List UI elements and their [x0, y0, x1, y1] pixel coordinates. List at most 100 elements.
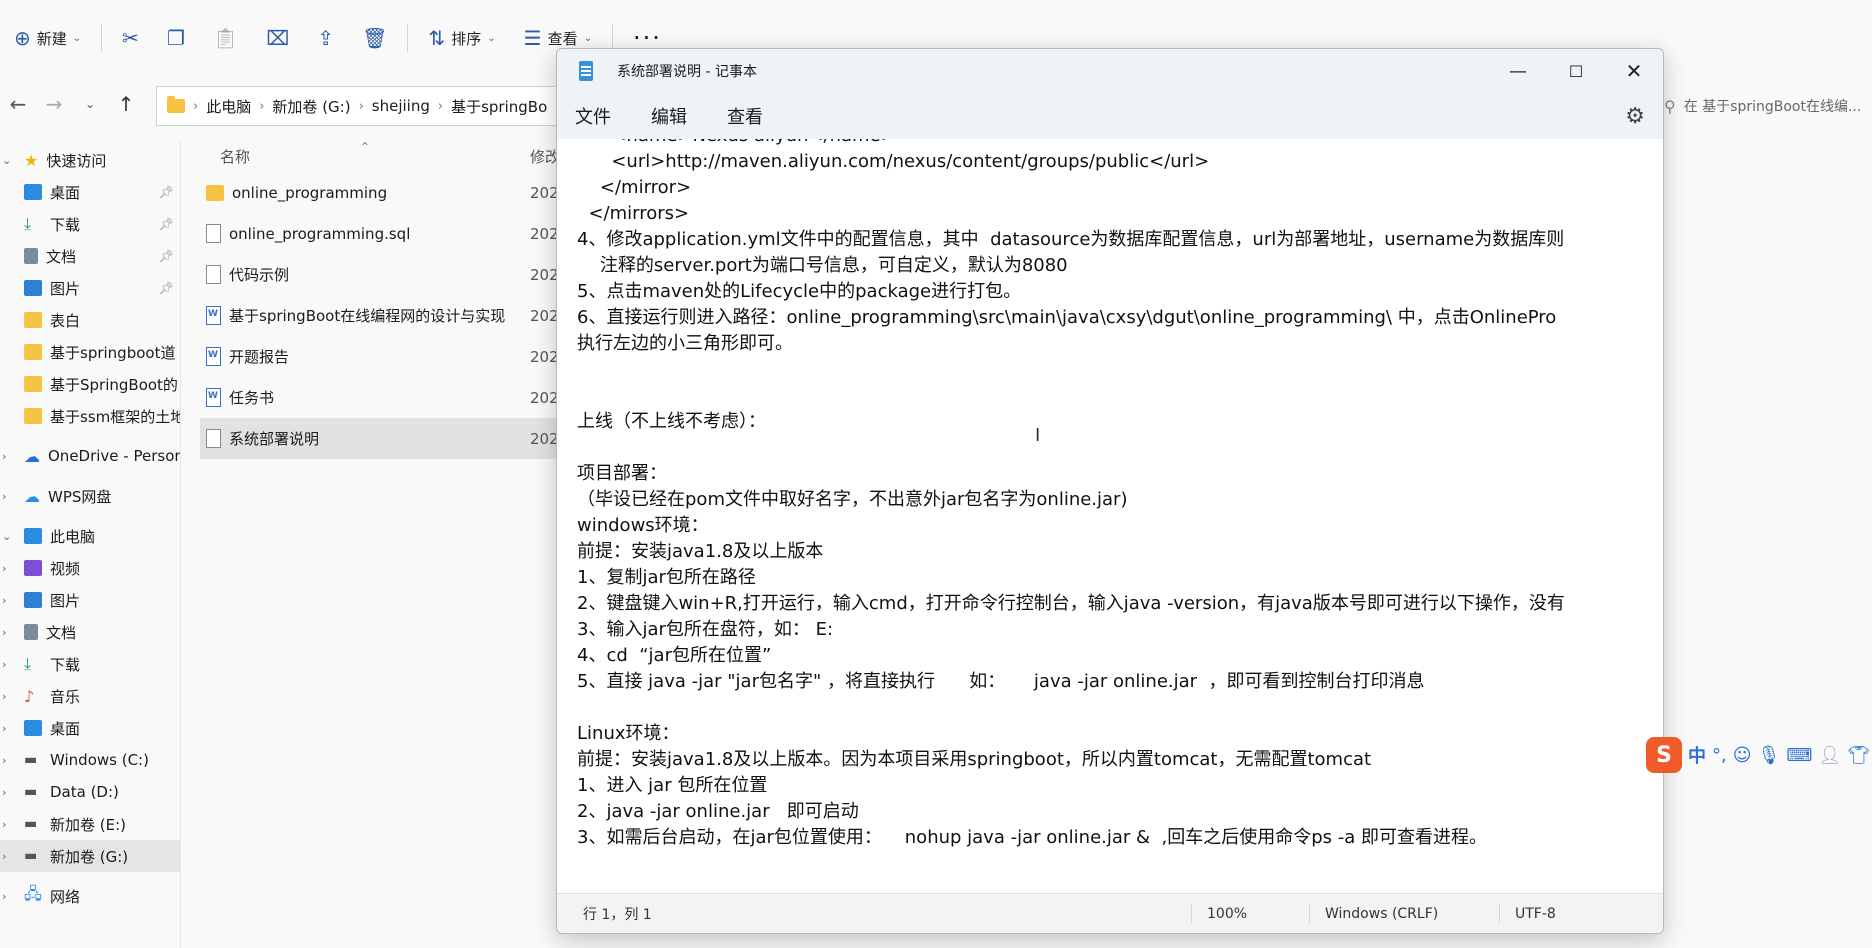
breadcrumb-this-pc[interactable]: 此电脑 [206, 96, 251, 117]
file-row[interactable]: 开题报告 202 [200, 336, 560, 377]
word-document-icon [206, 306, 221, 325]
status-divider [1309, 904, 1310, 924]
minimize-button[interactable]: — [1489, 49, 1547, 93]
sort-icon: ⇅ [428, 26, 446, 50]
text-editor-area[interactable]: <name>Nexus aliyun</name> <url>http://ma… [557, 139, 1663, 893]
paste-button[interactable]: 📋︎ [199, 18, 252, 58]
close-button[interactable]: ✕ [1605, 49, 1663, 93]
sidebar-item-desktop[interactable]: 桌面 📌︎ [0, 176, 180, 208]
user-icon[interactable]: 👤︎ [1818, 745, 1841, 766]
sidebar-item-music[interactable]: › ♪ 音乐 [0, 680, 180, 712]
sidebar-item-drive-g[interactable]: › ▬ 新加卷 (G:) [0, 840, 180, 872]
sidebar-item-pc-downloads[interactable]: › ⤓ 下载 [0, 648, 180, 680]
sidebar-item-pc-desktop[interactable]: › 桌面 [0, 712, 180, 744]
document-text: <name>Nexus aliyun</name> <url>http://ma… [577, 139, 1565, 848]
keyboard-icon[interactable]: ⌨ [1786, 745, 1812, 766]
word-document-icon [206, 347, 221, 366]
back-arrow-icon[interactable]: ← [0, 92, 36, 116]
sidebar-item-drive-e[interactable]: › ▬ 新加卷 (E:) [0, 808, 180, 840]
cloud-icon: ☁ [24, 486, 40, 506]
microphone-icon[interactable]: 🎙︎ [1758, 745, 1781, 766]
sidebar-item-folder-biaobai[interactable]: 表白 [0, 304, 180, 336]
sidebar-divider [180, 140, 181, 948]
copy-button[interactable]: ❐ [153, 18, 199, 58]
sidebar-item-folder-ssm[interactable]: 基于ssm框架的土地 [0, 400, 180, 432]
menu-edit[interactable]: 编辑 [631, 96, 707, 136]
cloud-icon: ☁ [24, 446, 40, 466]
sidebar-item-downloads[interactable]: ⤓ 下载 📌︎ [0, 208, 180, 240]
sidebar-item-drive-d[interactable]: › ▬ Data (D:) [0, 776, 180, 808]
share-button[interactable]: ⇪ [303, 18, 348, 58]
sidebar-item-drive-c[interactable]: › ▬ Windows (C:) [0, 744, 180, 776]
status-divider [1499, 904, 1500, 924]
desktop-icon [24, 184, 42, 200]
file-row-selected[interactable]: 系统部署说明 202 [200, 418, 560, 459]
file-row[interactable]: online_programming 202 [200, 172, 560, 213]
menu-view[interactable]: 查看 [707, 96, 783, 136]
breadcrumb-shejiing[interactable]: shejiing [372, 97, 430, 115]
file-row[interactable]: online_programming.sql 202 [200, 213, 560, 254]
delete-button[interactable]: 🗑︎ [348, 18, 401, 58]
sidebar-item-pc-pictures[interactable]: › 图片 [0, 584, 180, 616]
sidebar-item-documents[interactable]: 文档 📌︎ [0, 240, 180, 272]
cut-button[interactable]: ✂ [108, 18, 153, 58]
sidebar-item-this-pc[interactable]: ⌄ 此电脑 [0, 520, 180, 552]
sidebar-item-folder-springboot-1[interactable]: 基于springboot道 [0, 336, 180, 368]
sort-ascending-icon: ⌃ [360, 140, 371, 154]
sidebar-item-quick-access[interactable]: ⌄ ★ 快速访问 [0, 144, 180, 176]
rename-icon: ⌧ [266, 26, 290, 50]
folder-icon [24, 344, 42, 360]
view-list-icon: ☰ [523, 26, 542, 50]
chevron-right-icon: › [358, 98, 364, 114]
maximize-button[interactable]: ☐ [1547, 49, 1605, 93]
file-row[interactable]: 代码示例 202 [200, 254, 560, 295]
encoding: UTF-8 [1515, 905, 1556, 922]
sidebar-item-network[interactable]: › 🖧︎ 网络 [0, 880, 180, 912]
notepad-title-bar[interactable]: 系统部署说明 - 记事本 — ☐ ✕ [557, 49, 1663, 93]
ime-punctuation-toggle[interactable]: °, [1712, 745, 1727, 766]
computer-icon [24, 528, 42, 544]
expand-chevron-icon: › [2, 817, 7, 831]
sidebar-item-wps[interactable]: › ☁ WPS网盘 [0, 480, 180, 512]
drive-icon: ▬ [24, 784, 38, 800]
toolbar-divider [101, 24, 103, 52]
file-row[interactable]: 基于springBoot在线编程网的设计与实现 202 [200, 295, 560, 336]
search-placeholder: 在 基于springBoot在线编... [1683, 99, 1862, 115]
close-icon: ✕ [1625, 59, 1643, 83]
document-icon [24, 624, 38, 640]
rename-button[interactable]: ⌧ [252, 18, 303, 58]
sogou-logo-icon[interactable]: S [1646, 737, 1682, 773]
breadcrumb-project-folder[interactable]: 基于springBo [451, 96, 547, 117]
forward-arrow-icon[interactable]: → [36, 92, 72, 116]
download-icon: ⤓ [24, 654, 32, 673]
sidebar-item-pictures[interactable]: 图片 📌︎ [0, 272, 180, 304]
sidebar-item-pc-documents[interactable]: › 文档 [0, 616, 180, 648]
search-box[interactable]: ⚲ 在 基于springBoot在线编... [1660, 86, 1872, 126]
sidebar-item-folder-springboot-2[interactable]: 基于SpringBoot的 [0, 368, 180, 400]
file-list: 名称 ⌃ 修改 online_programming 202 online_pr… [200, 140, 560, 459]
sidebar-item-videos[interactable]: › 视频 [0, 552, 180, 584]
gear-icon[interactable]: ⚙ [1625, 104, 1645, 129]
expand-chevron-icon: › [2, 561, 7, 575]
pin-icon: 📌︎ [158, 185, 174, 199]
file-row[interactable]: 任务书 202 [200, 377, 560, 418]
folder-icon [24, 408, 42, 424]
sort-button[interactable]: ⇅ 排序 ⌄ [414, 18, 509, 58]
document-icon [24, 248, 38, 264]
file-icon [206, 224, 221, 243]
recent-locations-chevron-icon[interactable]: ⌄ [72, 97, 108, 111]
sidebar-item-onedrive[interactable]: › ☁ OneDrive - Persona [0, 440, 180, 472]
breadcrumb-drive-g[interactable]: 新加卷 (G:) [272, 96, 350, 117]
column-header-name[interactable]: 名称 [220, 146, 250, 167]
emoji-icon[interactable]: ☺ [1733, 745, 1752, 766]
text-file-icon [206, 265, 221, 284]
picture-icon [24, 592, 42, 608]
ime-mode-toggle[interactable]: 中 [1688, 742, 1706, 768]
pin-icon: 📌︎ [158, 249, 174, 263]
up-arrow-icon[interactable]: ↑ [108, 92, 144, 116]
zoom-level: 100% [1207, 905, 1248, 922]
new-button[interactable]: ⊕ 新建 ⌄ [0, 18, 95, 58]
address-bar[interactable]: › 此电脑 › 新加卷 (G:) › shejiing › 基于springBo [156, 86, 616, 126]
menu-file[interactable]: 文件 [557, 96, 631, 136]
skin-shirt-icon[interactable]: 👕︎ [1847, 745, 1870, 766]
